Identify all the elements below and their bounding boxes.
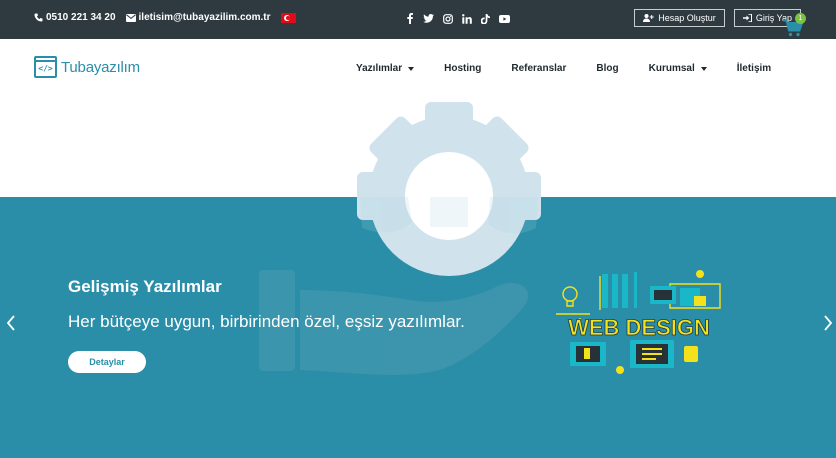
register-label: Hesap Oluştur	[658, 13, 716, 23]
sign-in-icon	[742, 14, 752, 22]
nav-item-hosting[interactable]: Hosting	[444, 63, 481, 74]
instagram-icon[interactable]	[442, 13, 453, 24]
twitter-icon[interactable]	[423, 13, 434, 24]
phone-number: 0510 221 34 20	[46, 12, 116, 23]
main-nav: Yazılımlar Hosting Referanslar Blog Kuru…	[356, 63, 801, 74]
nav-item-kurumsal[interactable]: Kurumsal	[649, 63, 707, 74]
facebook-icon[interactable]	[404, 13, 415, 24]
nav-label: Referanslar	[511, 63, 567, 74]
slider-next-arrow-icon[interactable]	[822, 313, 834, 333]
nav-label: Yazılımlar	[356, 63, 403, 74]
logo-code: </>	[38, 64, 53, 73]
hero-top-area	[0, 99, 836, 197]
nav-label: Kurumsal	[648, 63, 695, 74]
cart-count-badge: 1	[795, 13, 806, 24]
main-header: </> Tubayazılım Yazılımlar Hosting Refer…	[0, 39, 836, 99]
youtube-icon[interactable]	[499, 13, 510, 24]
email-link[interactable]: iletisim@tubayazilim.com.tr	[125, 12, 271, 23]
nav-label: Hosting	[444, 63, 482, 74]
chevron-down-icon	[700, 66, 707, 71]
web-design-illustration: WEB DESIGN	[556, 270, 721, 374]
top-bar: 0510 221 34 20 iletisim@tubayazilim.com.…	[0, 0, 836, 39]
register-button[interactable]: Hesap Oluştur	[634, 9, 725, 27]
user-plus-icon	[643, 14, 654, 22]
tiktok-icon[interactable]	[480, 13, 491, 24]
nav-label: İletişim	[736, 63, 772, 74]
hero-title: Gelişmiş Yazılımlar	[68, 277, 222, 296]
email-address: iletisim@tubayazilim.com.tr	[138, 12, 271, 23]
site-logo[interactable]: </> Tubayazılım	[34, 56, 140, 78]
turkey-flag-icon[interactable]	[280, 12, 296, 23]
slider-prev-arrow-icon[interactable]	[5, 313, 17, 333]
nav-item-blog[interactable]: Blog	[596, 63, 618, 74]
logo-text: Tubayazılım	[61, 58, 140, 76]
nav-item-yazilimlar[interactable]: Yazılımlar	[356, 63, 415, 74]
linkedin-icon[interactable]	[461, 13, 472, 24]
nav-item-iletisim[interactable]: İletişim	[737, 63, 771, 74]
phone-icon	[34, 13, 43, 22]
details-button[interactable]: Detaylar	[68, 351, 146, 373]
phone-link[interactable]: 0510 221 34 20	[34, 12, 116, 23]
envelope-icon	[125, 13, 136, 22]
web-design-text: WEB DESIGN	[568, 315, 710, 340]
nav-label: Blog	[596, 63, 619, 74]
social-links	[404, 13, 518, 24]
code-window-icon: </>	[34, 56, 57, 78]
hero-subtitle: Her bütçeye uygun, birbirinden özel, eşs…	[68, 312, 465, 331]
chevron-down-icon	[408, 66, 415, 71]
nav-item-referanslar[interactable]: Referanslar	[511, 63, 566, 74]
